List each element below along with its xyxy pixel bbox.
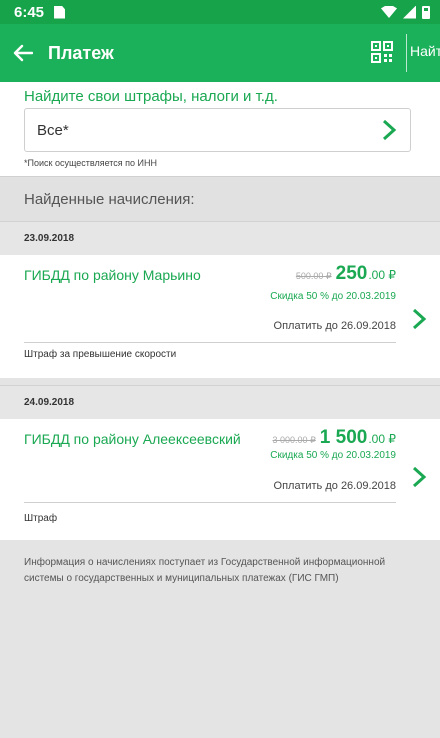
date-row: 24.09.2018 <box>0 385 440 419</box>
charge-price: 500.00 ₽ 250 .00 ₽ <box>296 263 396 285</box>
status-bar: 6:45 <box>0 0 440 24</box>
charge-description: Штраф за превышение скорости <box>24 349 177 360</box>
charge-price: 3 000.00 ₽ 1 500 .00 ₽ <box>273 427 396 449</box>
chevron-right-icon[interactable] <box>408 465 430 489</box>
qr-code-icon[interactable] <box>371 41 393 63</box>
app-bar-divider <box>406 34 407 72</box>
wifi-icon <box>381 6 397 18</box>
app-bar: Платеж Найти <box>0 24 440 82</box>
cell-signal-icon <box>403 5 416 19</box>
search-field[interactable]: Все* <box>24 108 411 152</box>
page-title: Платеж <box>48 42 114 63</box>
old-price: 3 000.00 ₽ <box>272 435 316 445</box>
charge-organization: ГИБДД по району Марьино <box>24 267 201 283</box>
new-price-fraction: .00 ₽ <box>368 432 396 446</box>
chevron-right-icon[interactable] <box>408 307 430 331</box>
pay-before: Оплатить до 26.09.2018 <box>273 480 396 492</box>
search-heading: Найдите свои штрафы, налоги и т.д. <box>24 88 278 105</box>
charge-organization: ГИБДД по району Алеексеевский <box>24 431 241 447</box>
results-header: Найденные начисления: <box>0 176 440 221</box>
card-divider <box>24 502 396 503</box>
battery-icon <box>422 5 430 19</box>
chevron-right-icon[interactable] <box>378 118 400 142</box>
search-section: Найдите свои штрафы, налоги и т.д. Все* … <box>0 82 440 176</box>
charge-card[interactable]: ГИБДД по району Алеексеевский 3 000.00 ₽… <box>0 419 440 540</box>
new-price-fraction: .00 ₽ <box>368 268 396 282</box>
find-button[interactable]: Найти <box>410 43 440 59</box>
charge-card[interactable]: ГИБДД по району Марьино 500.00 ₽ 250 .00… <box>0 255 440 378</box>
pay-before: Оплатить до 26.09.2018 <box>273 320 396 332</box>
search-value: Все* <box>37 121 69 139</box>
charge-description: Штраф <box>24 513 58 524</box>
card-divider <box>24 342 396 343</box>
old-price: 500.00 ₽ <box>295 271 332 281</box>
sim-card-icon <box>54 5 66 19</box>
arrow-left-icon <box>13 44 33 62</box>
info-note: Информация о начислениях поступает из Го… <box>24 557 386 584</box>
new-price-amount: 250 <box>335 263 368 284</box>
discount-label: Скидка 50 % до 20.03.2019 <box>270 291 396 302</box>
date-row: 23.09.2018 <box>0 221 440 255</box>
discount-label: Скидка 50 % до 20.03.2019 <box>270 450 396 461</box>
back-button[interactable] <box>0 24 46 82</box>
search-note: *Поиск осуществляется по ИНН <box>24 158 158 168</box>
status-time: 6:45 <box>14 3 45 21</box>
new-price-amount: 1 500 <box>319 427 368 448</box>
